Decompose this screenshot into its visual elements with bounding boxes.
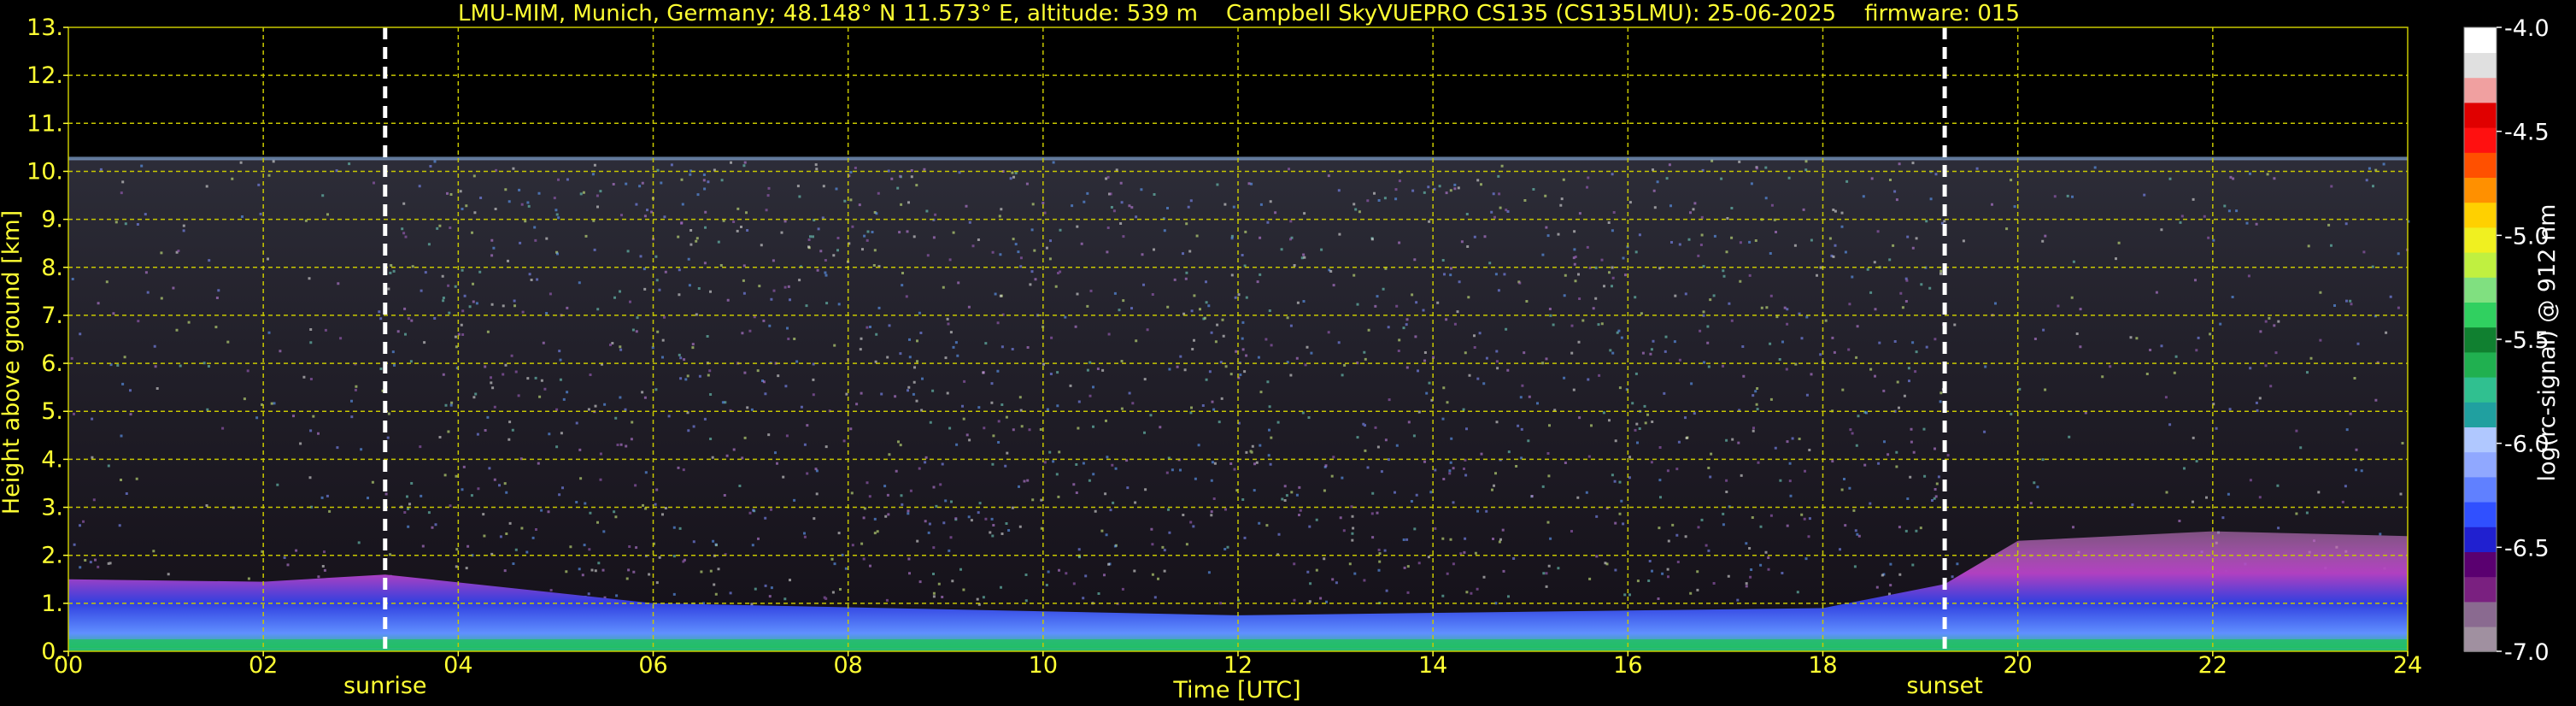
x-tick-label: 12 xyxy=(1223,652,1253,679)
colorbar-tick-label: -6.5 xyxy=(2504,535,2550,562)
colorbar-swatch xyxy=(2464,177,2497,203)
colorbar-swatch xyxy=(2464,27,2497,53)
y-tick-label: 13. xyxy=(26,15,63,41)
x-tick-label: 16 xyxy=(1613,652,1642,679)
colorbar-swatch xyxy=(2464,351,2497,378)
colorbar-swatch xyxy=(2464,251,2497,278)
colorbar-swatch xyxy=(2464,427,2497,453)
colorbar-swatch xyxy=(2464,152,2497,178)
y-tick-label: 6. xyxy=(41,350,63,377)
colorbar-swatch xyxy=(2464,626,2497,652)
colorbar-tick-label: -7.0 xyxy=(2504,639,2550,666)
colorbar-swatch xyxy=(2464,227,2497,253)
x-tick-label: 22 xyxy=(2198,652,2227,679)
y-tick-label: 9. xyxy=(41,207,63,233)
colorbar-swatch xyxy=(2464,402,2497,427)
x-tick-label: 10 xyxy=(1029,652,1058,679)
x-tick-label: 06 xyxy=(638,652,667,679)
y-tick-label: 2. xyxy=(41,543,63,569)
colorbar-swatch xyxy=(2464,376,2497,403)
x-tick-label: 08 xyxy=(833,652,862,679)
y-tick-label: 7. xyxy=(41,303,63,329)
y-tick-label: 5. xyxy=(41,398,63,425)
colorbar-label: log(rc-signal) @ 912 nm xyxy=(2534,204,2561,482)
colorbar-swatch xyxy=(2464,551,2497,578)
colorbar-swatch xyxy=(2464,601,2497,627)
colorbar-swatch xyxy=(2464,527,2497,552)
colorbar-swatch xyxy=(2464,302,2497,328)
colorbar-swatch xyxy=(2464,476,2497,503)
x-tick-label: 24 xyxy=(2393,652,2422,679)
y-tick-label: 1. xyxy=(41,591,63,617)
y-tick-label: 12. xyxy=(26,62,63,89)
chart-title: LMU-MIM, Munich, Germany; 48.148° N 11.5… xyxy=(458,1,2020,26)
x-tick-label: 14 xyxy=(1418,652,1447,679)
colorbar-swatch xyxy=(2464,277,2497,303)
plot-area xyxy=(68,156,2410,651)
y-axis-label: Height above ground [km] xyxy=(0,210,25,515)
x-tick-label: 20 xyxy=(2003,652,2032,679)
event-label-sunset: sunset xyxy=(1906,673,1983,699)
y-tick-label: 3. xyxy=(41,495,63,521)
ceilometer-chart: sunrise sunset 00 02 04 06 08 10 12 14 16 18 20 22 24… xyxy=(0,0,2576,706)
event-label-sunrise: sunrise xyxy=(343,673,427,699)
colorbar-swatch xyxy=(2464,327,2497,353)
y-tick-label: 0. xyxy=(41,638,63,665)
x-tick-label: 18 xyxy=(1808,652,1837,679)
colorbar-swatch xyxy=(2464,126,2497,153)
y-tick-label: 11. xyxy=(26,110,63,137)
colorbar-tick-label: -4.5 xyxy=(2504,120,2550,146)
x-tick-label: 02 xyxy=(249,652,278,679)
colorbar-swatch xyxy=(2464,451,2497,478)
y-tick-label: 10. xyxy=(26,158,63,185)
x-axis-label: Time [UTC] xyxy=(1172,677,1300,703)
colorbar-swatch xyxy=(2464,501,2497,527)
colorbar-swatch xyxy=(2464,77,2497,103)
colorbar-swatch xyxy=(2464,576,2497,603)
x-tick-label: 04 xyxy=(443,652,472,679)
y-tick-label: 4. xyxy=(41,446,63,473)
colorbar-swatch xyxy=(2464,202,2497,228)
colorbar-swatch xyxy=(2464,102,2497,128)
y-tick-label: 8. xyxy=(41,255,63,281)
colorbar-tick-label: -4.0 xyxy=(2504,15,2550,42)
colorbar-swatch xyxy=(2464,52,2497,79)
